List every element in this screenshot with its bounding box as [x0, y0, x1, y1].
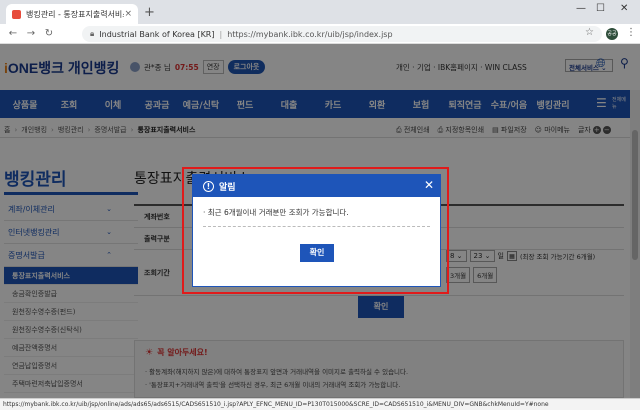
alert-dialog: ! 알림 ✕ · 최근 6개월이내 거래분만 조회가 가능합니다. 확인 [192, 174, 441, 287]
alert-dialog-message: · 최근 6개월이내 거래분만 조회가 가능합니다. [203, 207, 430, 227]
close-window-button[interactable]: ✕ [620, 3, 628, 14]
browser-tabbar: 뱅킹관리 - 통장표지출력서비스 × + — ☐ ✕ [0, 0, 640, 24]
browser-menu-icon[interactable]: ⋮ [626, 27, 636, 38]
site-identity: Industrial Bank of Korea [KR] [99, 29, 215, 39]
site-favicon-icon [12, 9, 21, 19]
back-icon[interactable]: ← [8, 28, 18, 39]
alert-dialog-title: 알림 [219, 182, 236, 193]
exclamation-icon: ! [203, 180, 214, 192]
profile-avatar[interactable]: 공공 [606, 28, 618, 40]
reload-icon[interactable]: ↻ [44, 28, 54, 39]
close-icon[interactable]: ✕ [424, 178, 434, 192]
new-tab-button[interactable]: + [144, 5, 155, 20]
alert-dialog-header: ! 알림 ✕ [193, 175, 440, 197]
url-separator: | [219, 29, 223, 39]
browser-status-bar: https://mybank.ibk.co.kr/uib/jsp/online/… [0, 398, 640, 410]
minimize-button[interactable]: — [576, 3, 586, 14]
tab-title: 뱅킹관리 - 통장표지출력서비스 [26, 9, 125, 19]
url-text: https://mybank.ibk.co.kr/uib/jsp/index.j… [227, 29, 393, 39]
bookmark-star-icon[interactable]: ☆ [585, 27, 594, 38]
address-bar: ← → ↻ 🔒︎ Industrial Bank of Korea [KR] |… [0, 24, 640, 44]
url-input[interactable]: 🔒︎ Industrial Bank of Korea [KR] | https… [82, 26, 602, 42]
maximize-button[interactable]: ☐ [596, 3, 605, 14]
lock-icon: 🔒︎ [90, 29, 95, 38]
alert-ok-button[interactable]: 확인 [300, 244, 334, 262]
tab-close-icon[interactable]: × [124, 9, 132, 19]
browser-tab[interactable]: 뱅킹관리 - 통장표지출력서비스 × [6, 4, 138, 24]
forward-icon[interactable]: → [26, 28, 36, 39]
